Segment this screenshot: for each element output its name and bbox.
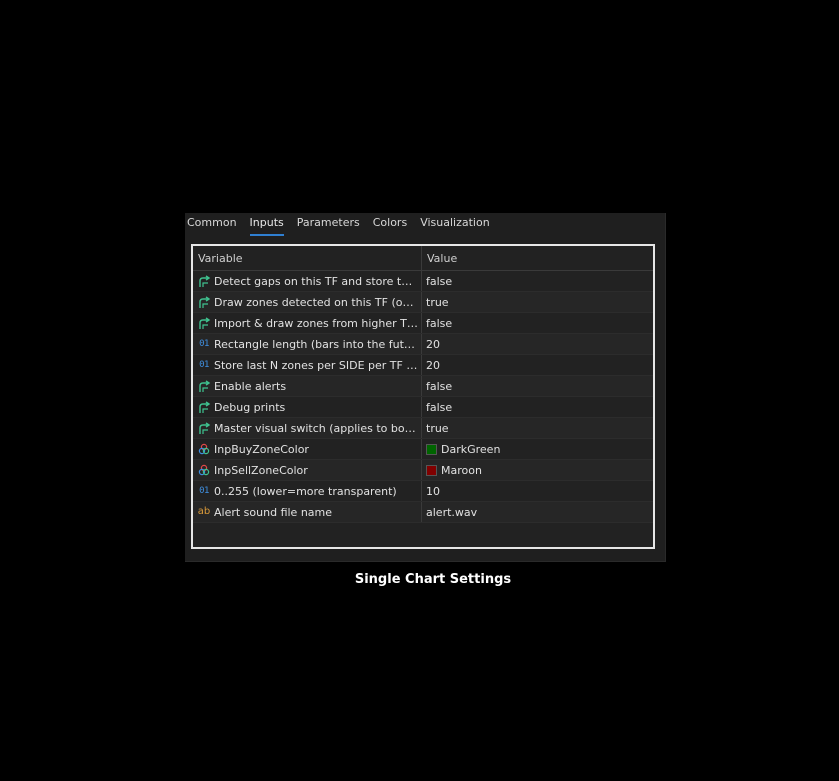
value-text: 20 xyxy=(426,358,440,372)
value-text: false xyxy=(426,274,453,288)
table-row[interactable]: Master visual switch (applies to both ow… xyxy=(193,418,653,439)
bool-arrow-icon xyxy=(197,274,211,288)
variable-name: Master visual switch (applies to both ow… xyxy=(214,421,419,435)
variable-name: Store last N zones per SIDE per TF (per … xyxy=(214,358,419,372)
value-text: true xyxy=(426,295,449,309)
stage: Common Inputs Parameters Colors Visualiz… xyxy=(0,0,839,781)
bool-arrow-icon xyxy=(197,421,211,435)
value-cell[interactable]: Maroon xyxy=(422,460,653,480)
tab-bar: Common Inputs Parameters Colors Visualiz… xyxy=(185,213,501,241)
value-text: false xyxy=(426,379,453,393)
tab-common[interactable]: Common xyxy=(187,213,237,234)
variable-cell: 01 0..255 (lower=more transparent) xyxy=(193,481,422,501)
variable-cell: InpSellZoneColor xyxy=(193,460,422,480)
value-cell[interactable]: false xyxy=(422,397,653,417)
tab-parameters[interactable]: Parameters xyxy=(297,213,360,234)
variable-name: Rectangle length (bars into the future o… xyxy=(214,337,419,351)
table-row[interactable]: Draw zones detected on this TF (own zo..… xyxy=(193,292,653,313)
table-row[interactable]: Debug prints false xyxy=(193,397,653,418)
value-cell[interactable]: 10 xyxy=(422,481,653,501)
settings-dialog: Common Inputs Parameters Colors Visualiz… xyxy=(185,213,666,562)
tab-visualization[interactable]: Visualization xyxy=(420,213,489,234)
color-icon xyxy=(197,463,211,477)
value-text: true xyxy=(426,421,449,435)
value-text: alert.wav xyxy=(426,505,478,519)
bool-arrow-icon xyxy=(197,379,211,393)
table-row[interactable]: Import & draw zones from higher TFs (GV)… xyxy=(193,313,653,334)
variable-cell: 01 Store last N zones per SIDE per TF (pe… xyxy=(193,355,422,375)
table-row[interactable]: Enable alerts false xyxy=(193,376,653,397)
tab-inputs[interactable]: Inputs xyxy=(249,213,284,236)
bool-arrow-icon xyxy=(197,316,211,330)
value-cell[interactable]: false xyxy=(422,313,653,333)
value-cell[interactable]: false xyxy=(422,271,653,291)
variable-cell: 01 Rectangle length (bars into the future… xyxy=(193,334,422,354)
variable-name: Detect gaps on this TF and store them t.… xyxy=(214,274,419,288)
variable-name: Draw zones detected on this TF (own zo..… xyxy=(214,295,419,309)
integer-icon: 01 xyxy=(199,360,209,370)
grid-rows: Detect gaps on this TF and store them t.… xyxy=(193,271,653,523)
variable-cell: InpBuyZoneColor xyxy=(193,439,422,459)
table-row[interactable]: 01 Store last N zones per SIDE per TF (pe… xyxy=(193,355,653,376)
value-text: false xyxy=(426,316,453,330)
grid-header: Variable Value xyxy=(193,246,653,271)
value-text: false xyxy=(426,400,453,414)
table-row[interactable]: InpBuyZoneColor DarkGreen xyxy=(193,439,653,460)
variable-name: Debug prints xyxy=(214,400,286,414)
table-row[interactable]: 01 0..255 (lower=more transparent) 10 xyxy=(193,481,653,502)
variable-name: InpSellZoneColor xyxy=(214,463,308,477)
variable-cell: Master visual switch (applies to both ow… xyxy=(193,418,422,438)
color-swatch xyxy=(426,464,437,476)
variable-cell: Enable alerts xyxy=(193,376,422,396)
variable-name: Import & draw zones from higher TFs (GV) xyxy=(214,316,419,330)
variable-cell: ab Alert sound file name xyxy=(193,502,422,522)
variable-cell: Draw zones detected on this TF (own zo..… xyxy=(193,292,422,312)
variable-cell: Import & draw zones from higher TFs (GV) xyxy=(193,313,422,333)
column-header-value[interactable]: Value xyxy=(422,246,653,270)
table-row[interactable]: InpSellZoneColor Maroon xyxy=(193,460,653,481)
value-text: Maroon xyxy=(441,463,482,477)
tab-colors[interactable]: Colors xyxy=(373,213,407,234)
column-header-variable[interactable]: Variable xyxy=(193,246,422,270)
integer-icon: 01 xyxy=(199,339,209,349)
variable-name: InpBuyZoneColor xyxy=(214,442,309,456)
value-text: DarkGreen xyxy=(441,442,501,456)
caption: Single Chart Settings xyxy=(354,572,512,587)
color-icon xyxy=(197,442,211,456)
value-text: 20 xyxy=(426,337,440,351)
table-row[interactable]: Detect gaps on this TF and store them t.… xyxy=(193,271,653,292)
variable-name: 0..255 (lower=more transparent) xyxy=(214,484,397,498)
table-row[interactable]: ab Alert sound file name alert.wav xyxy=(193,502,653,523)
value-cell[interactable]: DarkGreen xyxy=(422,439,653,459)
value-text: 10 xyxy=(426,484,440,498)
string-icon: ab xyxy=(197,506,211,517)
variable-cell: Debug prints xyxy=(193,397,422,417)
bool-arrow-icon xyxy=(197,400,211,414)
color-swatch xyxy=(426,443,437,455)
value-cell[interactable]: 20 xyxy=(422,355,653,375)
value-cell[interactable]: 20 xyxy=(422,334,653,354)
integer-icon: 01 xyxy=(199,486,209,496)
bool-arrow-icon xyxy=(197,295,211,309)
variable-name: Alert sound file name xyxy=(214,505,333,519)
value-cell[interactable]: alert.wav xyxy=(422,502,653,522)
value-cell[interactable]: false xyxy=(422,376,653,396)
value-cell[interactable]: true xyxy=(422,418,653,438)
variable-cell: Detect gaps on this TF and store them t.… xyxy=(193,271,422,291)
table-row[interactable]: 01 Rectangle length (bars into the future… xyxy=(193,334,653,355)
inputs-grid: Variable Value Detect gaps on this TF an… xyxy=(191,244,655,549)
variable-name: Enable alerts xyxy=(214,379,287,393)
value-cell[interactable]: true xyxy=(422,292,653,312)
